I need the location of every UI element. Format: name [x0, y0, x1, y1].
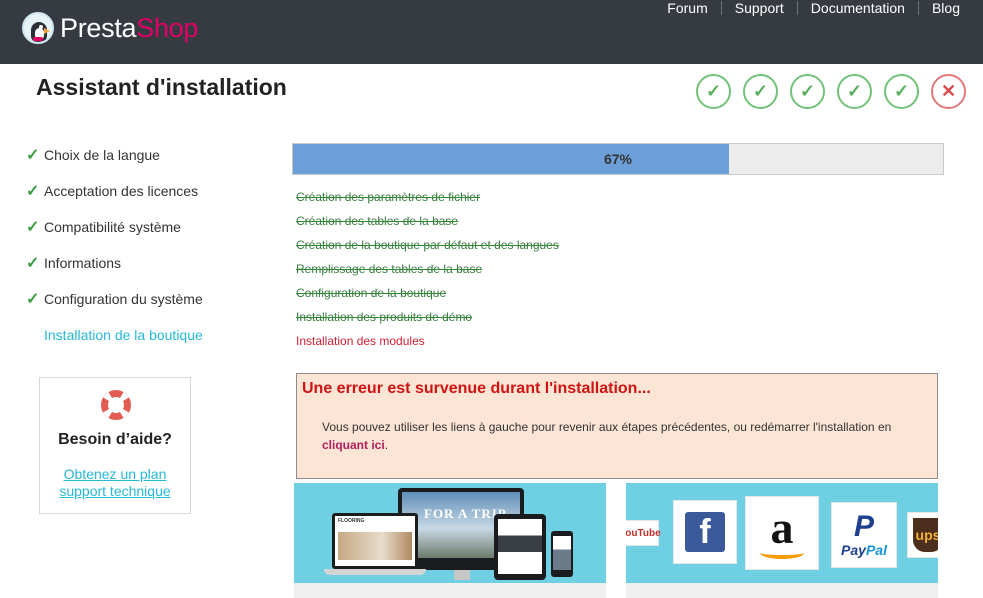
error-title: Une erreur est survenue durant l'install…	[302, 380, 651, 397]
banner-footer	[294, 583, 606, 598]
monitor-stand	[454, 570, 470, 580]
facebook-logo-icon: f	[674, 501, 736, 563]
ups-glyph: ups	[913, 518, 938, 552]
checkmark-icon: ✓	[26, 183, 40, 200]
facebook-glyph: f	[685, 512, 725, 552]
error-message-suffix: .	[384, 438, 389, 452]
tablet-image	[494, 514, 546, 580]
progress-percent-label: 67%	[603, 151, 633, 167]
task-item: Création de la boutique par défaut et de…	[296, 238, 559, 252]
amazon-logo-icon: a	[746, 497, 818, 569]
task-item: Remplissage des tables de la base	[296, 262, 483, 276]
ups-logo-icon: ups	[908, 513, 938, 557]
error-message: Vous pouvez utiliser les liens à gauche …	[322, 418, 927, 454]
error-alert: Une erreur est survenue durant l'install…	[296, 373, 938, 479]
phone-image	[551, 531, 573, 577]
task-item: Configuration de la boutique	[296, 286, 447, 300]
checkmark-icon: ✓	[26, 219, 40, 236]
sidebar-item-language[interactable]: ✓ Choix de la langue	[26, 137, 266, 173]
nav-link-support[interactable]: Support	[720, 1, 797, 15]
youtube-logo-icon: YouTube	[626, 521, 661, 545]
top-navigation: Forum Support Documentation Blog	[654, 0, 965, 16]
step-done-check-icon: ✓	[696, 74, 731, 109]
amazon-glyph: a	[770, 501, 794, 553]
install-steps-sidebar: ✓ Choix de la langue ✓ Acceptation des l…	[26, 137, 266, 353]
checkmark-icon: ✓	[26, 255, 40, 272]
restart-install-link[interactable]: cliquant ici	[322, 438, 385, 452]
nav-link-forum[interactable]: Forum	[654, 1, 720, 15]
task-item: Création des tables de la base	[296, 214, 459, 228]
banner-footer	[626, 583, 938, 598]
nav-link-documentation[interactable]: Documentation	[796, 1, 918, 15]
sidebar-item-label: Installation de la boutique	[44, 327, 203, 343]
help-box: Besoin d’aide? Obtenez un plan support t…	[39, 377, 191, 514]
install-progress-bar: 67%	[292, 143, 944, 175]
error-message-text: Vous pouvez utiliser les liens à gauche …	[322, 420, 892, 434]
lifebuoy-icon	[101, 390, 131, 420]
top-header: PrestaShop Forum Support Documentation B…	[0, 0, 983, 64]
logo-text-shop: Shop	[136, 13, 199, 43]
task-item: Installation des produits de démo	[296, 310, 473, 324]
sidebar-item-shop-install[interactable]: Installation de la boutique	[26, 317, 266, 353]
sidebar-item-label: Compatibilité système	[44, 219, 181, 235]
step-done-check-icon: ✓	[884, 74, 919, 109]
logo-wordmark: PrestaShop	[60, 10, 198, 46]
sidebar-item-system-config[interactable]: ✓ Configuration du système	[26, 281, 266, 317]
paypal-logo-icon: P PayPal	[832, 503, 896, 567]
task-item: Création des paramètres de fichier	[296, 190, 481, 204]
step-error-cross-icon: ✕	[931, 74, 966, 109]
sidebar-item-compatibility[interactable]: ✓ Compatibilité système	[26, 209, 266, 245]
logo-text-presta: Presta	[60, 13, 137, 43]
laptop-image	[332, 513, 418, 569]
help-title: Besoin d’aide?	[58, 431, 172, 448]
install-task-list: Création des paramètres de fichier Créat…	[296, 189, 559, 357]
support-plan-link[interactable]: Obtenez un plan support technique	[40, 466, 190, 500]
youtube-logo-text: YouTube	[626, 527, 661, 539]
paypal-pay: Pay	[841, 542, 866, 558]
partners-banner[interactable]: YouTube f a P PayPal ups	[626, 483, 938, 583]
laptop-base	[324, 569, 426, 575]
sidebar-item-label: Informations	[44, 255, 122, 271]
prestashop-logo[interactable]: PrestaShop	[22, 10, 198, 46]
task-item-active: Installation des modules	[296, 334, 425, 348]
paypal-p-glyph: P	[853, 510, 874, 543]
page-title: Assistant d'installation	[36, 74, 287, 100]
sidebar-item-label: Acceptation des licences	[44, 183, 199, 199]
sidebar-item-license[interactable]: ✓ Acceptation des licences	[26, 173, 266, 209]
amazon-smile	[760, 547, 804, 559]
step-indicator: ✓ ✓ ✓ ✓ ✓ ✕	[696, 74, 966, 109]
step-done-check-icon: ✓	[790, 74, 825, 109]
devices-banner[interactable]	[294, 483, 606, 583]
step-done-check-icon: ✓	[743, 74, 778, 109]
puffin-logo-icon	[22, 12, 54, 44]
paypal-wordmark: PayPal	[841, 542, 887, 558]
checkmark-icon: ✓	[26, 147, 40, 164]
paypal-pal: Pal	[865, 542, 887, 558]
step-done-check-icon: ✓	[837, 74, 872, 109]
nav-link-blog[interactable]: Blog	[917, 1, 965, 15]
sidebar-item-label: Choix de la langue	[44, 147, 160, 163]
sidebar-item-information[interactable]: ✓ Informations	[26, 245, 266, 281]
sidebar-item-label: Configuration du système	[44, 291, 203, 307]
checkmark-icon: ✓	[26, 291, 40, 308]
